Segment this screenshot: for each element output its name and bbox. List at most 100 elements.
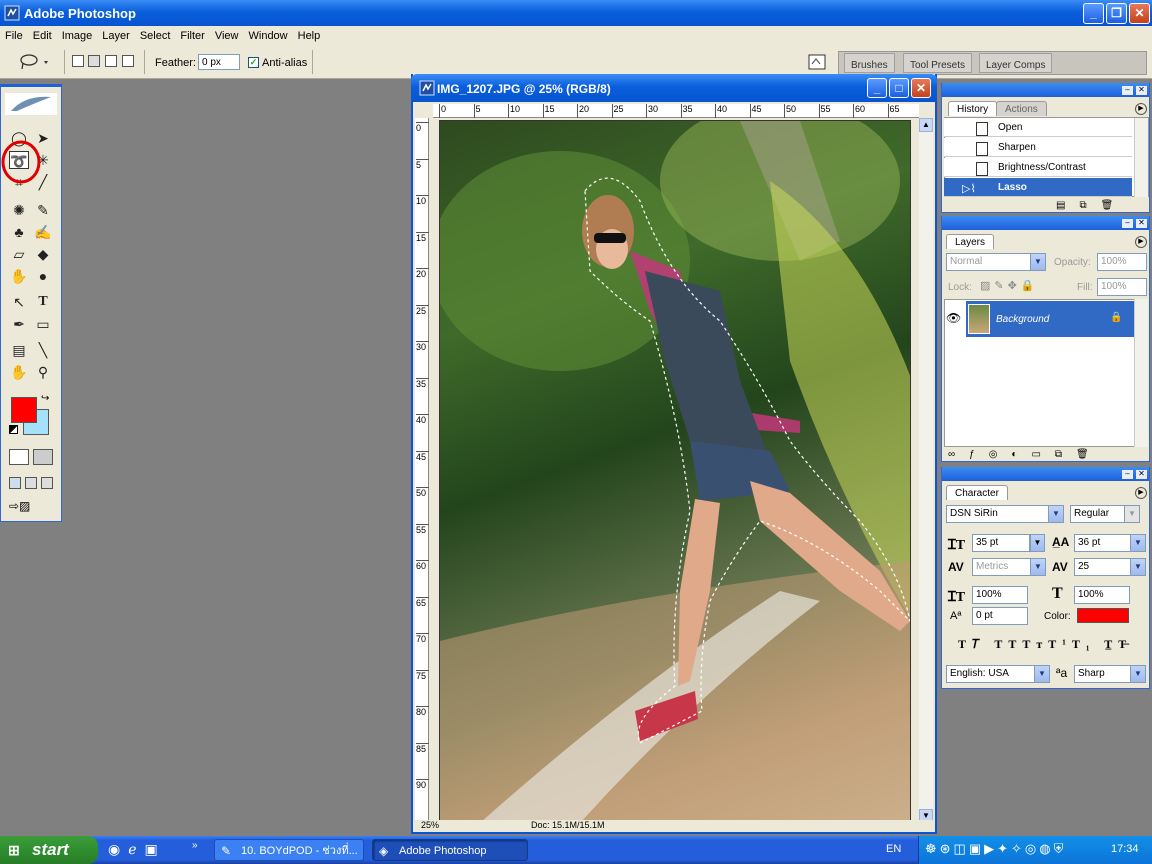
font-family-select[interactable]: DSN SiRin ▼ bbox=[946, 505, 1064, 523]
taskbar-item-browser[interactable]: ✎ 10. BOYdPOD - ช่วงที่... bbox=[214, 839, 364, 861]
healing-brush-icon[interactable]: ✺ bbox=[9, 201, 29, 219]
clone-stamp-icon[interactable]: ♣ bbox=[9, 223, 29, 241]
brush-tool-icon[interactable]: ✎ bbox=[33, 201, 53, 219]
screen-mode-standard-icon[interactable] bbox=[9, 477, 21, 489]
history-bottom-buttons-icon[interactable]: ▤⧉🗑 bbox=[1056, 200, 1127, 211]
horizontal-scale-field[interactable]: 100% bbox=[1074, 586, 1130, 604]
history-brush-icon[interactable]: ✍ bbox=[33, 223, 53, 241]
restore-button[interactable]: ❐ bbox=[1106, 3, 1127, 24]
layer-visibility-eye-icon[interactable]: 👁 bbox=[946, 311, 961, 325]
font-style-select[interactable]: Regular ▼ bbox=[1070, 505, 1140, 523]
menu-edit[interactable]: Edit bbox=[28, 30, 57, 42]
fill-field[interactable]: 100% bbox=[1097, 278, 1147, 296]
layers-close-button[interactable]: ✕ bbox=[1136, 219, 1147, 228]
font-size-dropdown-icon[interactable]: ▼ bbox=[1030, 534, 1045, 552]
antialias-checkbox[interactable]: ✓ bbox=[248, 57, 259, 68]
tray-icons[interactable]: ☸⊛◫▣▶✦✧◎◍⛨ bbox=[925, 841, 1066, 857]
kerning-select[interactable]: Metrics ▼ bbox=[972, 558, 1046, 576]
menu-file[interactable]: File bbox=[0, 30, 28, 42]
document-title-bar[interactable]: IMG_1207.JPG @ 25% (RGB/8) bbox=[411, 74, 937, 102]
zoom-tool-icon[interactable]: ⚲ bbox=[33, 363, 53, 381]
intersect-selection-icon[interactable] bbox=[122, 55, 134, 67]
layers-bottom-buttons-icon[interactable]: ∞ƒ◎◐▭⧉🗑 bbox=[948, 449, 1103, 460]
layers-scrollbar[interactable] bbox=[1134, 299, 1148, 447]
language-indicator[interactable]: EN bbox=[886, 843, 901, 855]
character-close-button[interactable]: ✕ bbox=[1136, 470, 1147, 479]
history-scrollbar[interactable] bbox=[1134, 118, 1148, 197]
type-tool-icon[interactable]: T bbox=[33, 293, 53, 311]
standard-mode-icon[interactable] bbox=[9, 449, 29, 465]
tab-history[interactable]: History bbox=[948, 101, 998, 116]
character-menu-icon[interactable]: ▶ bbox=[1135, 487, 1147, 499]
text-color-swatch[interactable] bbox=[1077, 608, 1129, 623]
lock-options-icon[interactable]: ▨✎✥🔒 bbox=[980, 279, 1039, 292]
blur-tool-icon[interactable]: ✋ bbox=[9, 267, 29, 285]
layers-panel-titlebar[interactable] bbox=[942, 216, 1149, 230]
history-panel-titlebar[interactable] bbox=[942, 83, 1149, 97]
tab-tool-presets[interactable]: Tool Presets bbox=[903, 53, 973, 73]
dodge-tool-icon[interactable]: ● bbox=[33, 267, 53, 285]
close-button[interactable]: ✕ bbox=[1129, 3, 1150, 24]
history-menu-icon[interactable]: ▶ bbox=[1135, 103, 1147, 115]
menu-filter[interactable]: Filter bbox=[175, 30, 209, 42]
tracking-field[interactable]: 25 ▼ bbox=[1074, 558, 1146, 576]
language-select[interactable]: English: USA ▼ bbox=[946, 665, 1050, 683]
paint-bucket-icon[interactable]: ◆ bbox=[33, 245, 53, 263]
taskbar-item-photoshop[interactable]: ◈ Adobe Photoshop bbox=[372, 839, 528, 861]
tab-brushes[interactable]: Brushes bbox=[844, 53, 895, 73]
eraser-tool-icon[interactable]: ▱ bbox=[9, 245, 29, 263]
leading-field[interactable]: 36 pt ▼ bbox=[1074, 534, 1146, 552]
lasso-preset-icon[interactable] bbox=[18, 53, 50, 71]
layer-row-background[interactable]: Background 🔒 bbox=[966, 301, 1134, 337]
doc-close-button[interactable]: ✕ bbox=[911, 78, 931, 98]
document-size[interactable]: Doc: 15.1M/15.1M bbox=[531, 820, 605, 830]
history-minimize-button[interactable]: – bbox=[1122, 86, 1133, 95]
menu-help[interactable]: Help bbox=[293, 30, 326, 42]
feather-logo-icon[interactable] bbox=[5, 93, 57, 115]
baseline-shift-field[interactable]: 0 pt bbox=[972, 607, 1028, 625]
menu-view[interactable]: View bbox=[210, 30, 244, 42]
tab-layer-comps[interactable]: Layer Comps bbox=[979, 53, 1053, 73]
font-size-field[interactable]: 35 pt bbox=[972, 534, 1030, 552]
start-button[interactable]: ⊞ start bbox=[0, 836, 98, 864]
doc-minimize-button[interactable]: _ bbox=[867, 78, 887, 98]
history-item-sharpen[interactable]: Sharpen bbox=[944, 138, 1132, 157]
character-panel-titlebar[interactable] bbox=[942, 467, 1149, 481]
quick-launch-icons[interactable]: ◉ℯ▣ bbox=[108, 841, 166, 858]
vertical-ruler[interactable]: 0 5 10 15 20 25 30 35 40 45 50 55 60 65 70 75 80 85 90 bbox=[415, 118, 429, 823]
menu-select[interactable]: Select bbox=[135, 30, 176, 42]
layers-minimize-button[interactable]: – bbox=[1122, 219, 1133, 228]
zoom-level[interactable]: 25% bbox=[421, 820, 439, 830]
antialias-method-select[interactable]: Sharp ▼ bbox=[1074, 665, 1146, 683]
opacity-field[interactable]: 100% bbox=[1097, 253, 1147, 271]
screen-mode-full-icon[interactable] bbox=[41, 477, 53, 489]
menu-window[interactable]: Window bbox=[244, 30, 293, 42]
quick-launch-more-icon[interactable]: » bbox=[192, 840, 198, 851]
history-close-button[interactable]: ✕ bbox=[1136, 86, 1147, 95]
scroll-up-button[interactable]: ▲ bbox=[919, 118, 933, 132]
swap-colors-icon[interactable]: ↪ bbox=[41, 393, 49, 404]
pen-tool-icon[interactable]: ✒ bbox=[9, 315, 29, 333]
layers-menu-icon[interactable]: ▶ bbox=[1135, 236, 1147, 248]
notes-tool-icon[interactable]: ▤ bbox=[9, 341, 29, 359]
doc-maximize-button[interactable]: □ bbox=[889, 78, 909, 98]
horizontal-ruler[interactable]: 0 5 10 15 20 25 30 35 40 45 50 55 60 65 bbox=[433, 104, 919, 118]
subtract-selection-icon[interactable] bbox=[105, 55, 117, 67]
add-selection-icon[interactable] bbox=[88, 55, 100, 67]
tab-layers[interactable]: Layers bbox=[946, 234, 995, 249]
default-colors-icon[interactable] bbox=[9, 425, 18, 434]
menu-image[interactable]: Image bbox=[57, 30, 98, 42]
jump-to-imageready-icon[interactable]: ⇨▨ bbox=[9, 499, 53, 515]
vertical-scrollbar[interactable]: ▲ ▼ bbox=[919, 118, 933, 823]
feather-input[interactable]: 0 px bbox=[198, 54, 240, 70]
shape-tool-icon[interactable]: ▭ bbox=[33, 315, 53, 333]
hand-tool-icon[interactable]: ✋ bbox=[9, 363, 29, 381]
path-selection-icon[interactable]: ↖ bbox=[9, 293, 29, 311]
file-browser-icon[interactable] bbox=[807, 52, 829, 72]
tab-actions[interactable]: Actions bbox=[996, 101, 1047, 116]
new-selection-icon[interactable] bbox=[72, 55, 84, 67]
menu-layer[interactable]: Layer bbox=[97, 30, 135, 42]
tab-character[interactable]: Character bbox=[946, 485, 1008, 500]
character-minimize-button[interactable]: – bbox=[1122, 470, 1133, 479]
clock[interactable]: 17:34 bbox=[1111, 843, 1139, 855]
